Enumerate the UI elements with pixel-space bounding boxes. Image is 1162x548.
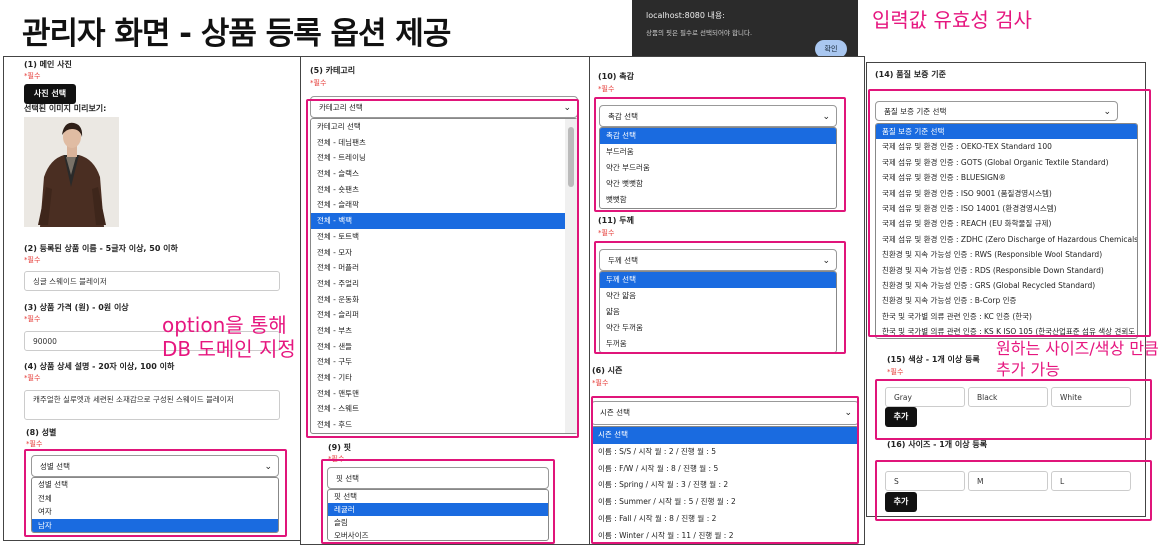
annotation-add-sizes-line2: 추가 가능 [996, 360, 1060, 379]
name-label: (2) 등록된 상품 이름 - 5글자 이상, 50 이하 [24, 244, 178, 253]
gender-label: (8) 성별 [26, 428, 57, 437]
annotation-validation: 입력값 유효성 검사 [872, 8, 1032, 32]
category-label: (5) 카테고리 [310, 66, 356, 75]
photo-required: *필수 [24, 72, 41, 80]
highlight-season [591, 396, 859, 544]
touch-required: *필수 [598, 85, 615, 93]
price-label: (3) 상품 가격 (원) - 0원 이상 [24, 303, 129, 312]
description-textarea[interactable]: 캐주얼한 실루엣과 세련된 소재감으로 구성된 스웨이드 블레이저 [24, 390, 280, 420]
thickness-required: *필수 [598, 229, 615, 237]
preview-label: 선택된 이미지 미리보기: [24, 104, 107, 113]
description-required: *필수 [24, 374, 41, 382]
quality-label: (14) 품질 보증 기준 [875, 70, 946, 79]
fit-label: (9) 핏 [328, 443, 352, 452]
highlight-size [875, 460, 1152, 521]
highlight-quality [868, 89, 1151, 337]
product-name-input[interactable]: 싱글 스웨이드 블레이저 [24, 271, 280, 291]
price-required: *필수 [24, 315, 41, 323]
gender-required: *필수 [26, 440, 43, 448]
touch-label: (10) 촉감 [598, 72, 634, 81]
category-required: *필수 [310, 79, 327, 87]
color-required: *필수 [887, 368, 904, 376]
highlight-fit [321, 459, 555, 544]
photo-label: (1) 메인 사진 [24, 60, 72, 69]
name-required: *필수 [24, 256, 41, 264]
description-label: (4) 상품 상세 설명 - 20자 이상, 100 이하 [24, 362, 175, 371]
photo-select-button[interactable]: 사진 선택 [24, 84, 76, 104]
season-required: *필수 [592, 379, 609, 387]
highlight-category [306, 99, 579, 438]
thickness-label: (11) 두께 [598, 216, 634, 225]
page-title: 관리자 화면 - 상품 등록 옵션 제공 [22, 16, 451, 52]
season-label: (6) 시즌 [592, 366, 623, 375]
highlight-thickness [594, 241, 846, 354]
size-label: (16) 사이즈 - 1개 이상 등록 [887, 440, 988, 449]
preview-image [24, 117, 119, 227]
alert-message: 상품의 핏은 필수로 선택되어야 합니다. [646, 29, 753, 37]
color-label: (15) 색상 - 1개 이상 등록 [887, 355, 980, 364]
annotation-option-db-line2: DB 도메인 지정 [162, 337, 296, 361]
highlight-touch [594, 97, 846, 212]
highlight-gender [24, 449, 287, 537]
highlight-color [875, 379, 1152, 440]
alert-title: localhost:8080 내용: [646, 11, 725, 20]
